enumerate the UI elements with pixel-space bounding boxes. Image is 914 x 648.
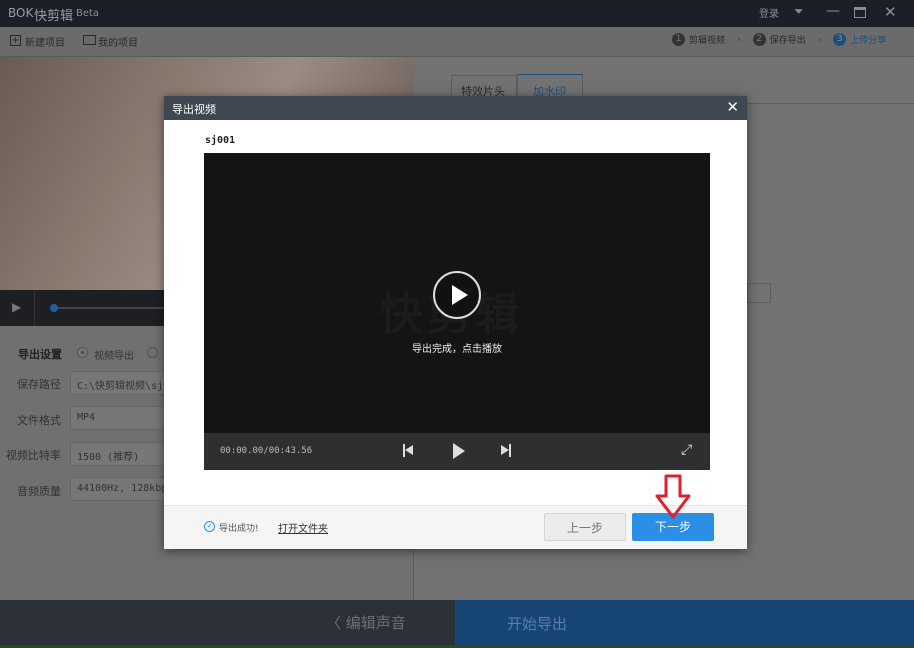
close-window-icon[interactable]: ✕ [884, 3, 897, 21]
radio-video-export[interactable] [77, 347, 88, 358]
app-logo: BOK [8, 6, 34, 20]
time-display: 00:00.00/00:43.56 [220, 446, 313, 456]
close-dialog-icon[interactable]: ✕ [726, 98, 739, 116]
toolbar: + 新建项目 我的项目 1 剪辑视频 › 2 保存导出 › 3 上传分享 [0, 27, 914, 57]
app-title: 快剪辑 [34, 9, 74, 24]
step-3-label: 上传分享 [850, 36, 887, 46]
chevron-right-icon: › [737, 34, 741, 45]
start-export-button[interactable]: 开始导出 [455, 600, 914, 645]
export-complete-text: 导出完成，点击播放 [412, 344, 502, 355]
play-icon[interactable]: ▶ [12, 300, 21, 314]
video-controls: 00:00.00/00:43.56 ⤢ [204, 433, 710, 470]
audio-quality-label: 音频质量 [17, 485, 61, 498]
export-video-dialog: 导出视频 ✕ sj001 快剪辑 导出完成，点击播放 00:00.00/00:4… [164, 96, 747, 549]
beta-label: Beta [76, 8, 100, 19]
radio-other-export[interactable] [147, 347, 158, 358]
audio-quality-select[interactable]: 44100Hz, 128kbps [70, 477, 170, 501]
step-2-label: 保存导出 [769, 36, 806, 46]
file-format-select[interactable]: MP4 [70, 406, 170, 430]
step-2-number: 2 [752, 33, 766, 46]
big-play-button[interactable] [433, 271, 481, 319]
video-bitrate-label: 视频比特率 [6, 449, 61, 462]
step-indicator: 1 剪辑视频 › 2 保存导出 › 3 上传分享 [672, 33, 886, 46]
step-1-number: 1 [672, 33, 685, 46]
save-path-field[interactable]: C:\快剪辑视频\sj0 [70, 371, 170, 395]
file-format-label: 文件格式 [17, 414, 61, 427]
watermark-input[interactable] [747, 283, 771, 303]
new-project-icon: + [10, 35, 21, 46]
step-1-label: 剪辑视频 [689, 36, 726, 46]
export-settings-heading: 导出设置 [18, 348, 62, 361]
chevron-right-icon: › [817, 34, 822, 45]
edit-audio-button[interactable]: 〈 编辑声音 [326, 612, 406, 633]
my-projects-button[interactable]: 我的项目 [98, 34, 138, 49]
seek-bar[interactable] [52, 307, 172, 309]
menu-dropdown-icon[interactable]: ⏷ [794, 4, 804, 19]
video-bitrate-select[interactable]: 1500 (推荐) [70, 442, 170, 466]
bottom-bar: 〈 编辑声音 开始导出 [0, 600, 914, 645]
open-folder-link[interactable]: 打开文件夹 [278, 520, 328, 535]
previous-step-button[interactable]: 上一步 [544, 513, 626, 541]
video-filename: sj001 [205, 135, 236, 146]
dialog-title: 导出视频 [172, 103, 216, 116]
play-icon[interactable] [453, 443, 465, 459]
export-success-text: 导出成功! [219, 524, 259, 534]
red-arrow-annotation-icon [655, 474, 691, 519]
play-icon [452, 285, 468, 305]
next-icon[interactable] [501, 444, 511, 457]
folder-icon [83, 35, 96, 45]
minimize-icon[interactable]: — [826, 3, 840, 19]
radio-video-export-label: 视频导出 [94, 351, 134, 362]
success-check-icon: ✓ [204, 521, 215, 532]
edit-audio-label: 编辑声音 [345, 614, 406, 632]
fullscreen-icon[interactable]: ⤢ [681, 442, 692, 458]
seek-handle[interactable] [50, 304, 58, 312]
previous-icon[interactable] [403, 444, 413, 457]
step-3-number: 3 [833, 33, 847, 46]
new-project-button[interactable]: 新建项目 [25, 34, 65, 49]
login-link[interactable]: 登录 [759, 5, 779, 20]
export-video-player[interactable]: 快剪辑 导出完成，点击播放 00:00.00/00:43.56 ⤢ [204, 153, 710, 470]
dialog-header: 导出视频 ✕ [164, 96, 747, 120]
title-bar: BOK 快剪辑 Beta 登录 ⏷ — ✕ [0, 0, 914, 27]
save-path-label: 保存路径 [17, 378, 61, 391]
maximize-icon[interactable] [854, 7, 866, 18]
